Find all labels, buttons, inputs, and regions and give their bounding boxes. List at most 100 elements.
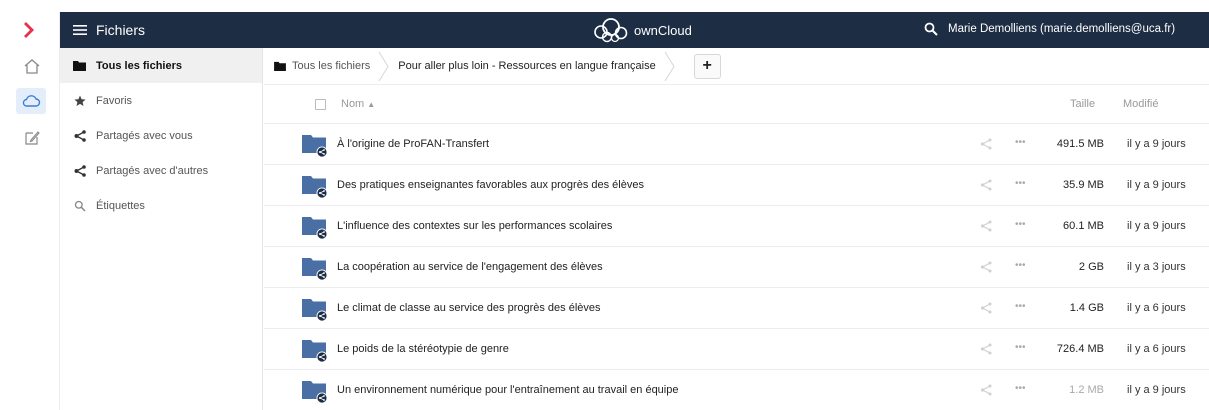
hamburger-icon <box>73 25 87 35</box>
files-navigation: Tous les fichiers Favoris Partagés avec … <box>60 48 263 410</box>
app-rail <box>0 12 60 410</box>
file-modified: il y a 9 jours <box>1127 138 1186 150</box>
breadcrumb-current[interactable]: Pour aller plus loin - Ressources en lan… <box>398 48 655 85</box>
more-actions-button[interactable]: ••• <box>1015 219 1026 230</box>
file-size: 1.4 GB <box>1069 302 1104 314</box>
owncloud-logo-icon <box>594 18 628 43</box>
column-name-label: Nom <box>341 98 365 110</box>
brand-name: ownCloud <box>634 22 692 38</box>
more-actions-button[interactable]: ••• <box>1015 342 1026 353</box>
table-row[interactable]: Des pratiques enseignantes favorables au… <box>264 165 1209 206</box>
share-action-icon[interactable] <box>980 343 992 355</box>
table-row[interactable]: À l'origine de ProFAN-Transfert ••• 491.… <box>264 124 1209 165</box>
share-icon <box>73 164 86 177</box>
top-header: Fichiers ownCloud Marie Demolliens (mari… <box>60 12 1209 48</box>
folder-icon <box>274 61 286 71</box>
table-row[interactable]: Un environnement numérique pour l'entraî… <box>264 370 1209 410</box>
sort-ascending-icon: ▲ <box>367 100 376 109</box>
file-size: 491.5 MB <box>1056 138 1104 150</box>
file-list-header: Nom ▲ Taille Modifié <box>264 85 1209 124</box>
cloud-icon <box>22 95 41 107</box>
file-name[interactable]: La coopération au service de l'engagemen… <box>337 261 603 273</box>
app-menu-logo[interactable] <box>0 12 60 48</box>
file-modified: il y a 3 jours <box>1127 261 1186 273</box>
table-row[interactable]: Le climat de classe au service des progr… <box>264 288 1209 329</box>
file-modified: il y a 9 jours <box>1127 220 1186 232</box>
nav-item-label: Partagés avec vous <box>96 129 193 142</box>
shared-folder-icon <box>302 296 330 322</box>
shared-folder-icon <box>302 173 330 199</box>
column-header-modified[interactable]: Modifié <box>1123 98 1158 110</box>
chevron-right-icon <box>24 22 34 38</box>
table-row[interactable]: La coopération au service de l'engagemen… <box>264 247 1209 288</box>
nav-item-tags[interactable]: Étiquettes <box>60 188 262 223</box>
file-size: 1.2 MB <box>1069 384 1104 396</box>
breadcrumb: Tous les fichiers Pour aller plus loin -… <box>264 48 1209 85</box>
more-actions-button[interactable]: ••• <box>1015 383 1026 394</box>
file-size: 726.4 MB <box>1056 343 1104 355</box>
search-icon <box>924 22 938 36</box>
nav-item-favorites[interactable]: Favoris <box>60 83 262 118</box>
file-name[interactable]: L'influence des contextes sur les perfor… <box>337 220 612 232</box>
shared-folder-icon <box>302 132 330 158</box>
select-all-checkbox[interactable] <box>315 99 326 110</box>
new-file-button[interactable]: + <box>693 53 721 79</box>
search-button[interactable] <box>924 22 940 38</box>
share-action-icon[interactable] <box>980 138 992 150</box>
share-action-icon[interactable] <box>980 220 992 232</box>
file-list: Nom ▲ Taille Modifié À l'origine de ProF… <box>264 85 1209 410</box>
file-name[interactable]: Un environnement numérique pour l'entraî… <box>337 384 678 396</box>
file-modified: il y a 6 jours <box>1127 302 1186 314</box>
nav-item-label: Favoris <box>96 94 133 107</box>
column-header-name[interactable]: Nom ▲ <box>341 98 375 110</box>
nav-item-label: Étiquettes <box>96 199 145 212</box>
breadcrumb-current-label: Pour aller plus loin - Ressources en lan… <box>398 60 656 72</box>
nav-item-shared-with-you[interactable]: Partagés avec vous <box>60 118 262 153</box>
table-row[interactable]: Le poids de la stéréotypie de genre ••• … <box>264 329 1209 370</box>
shared-folder-icon <box>302 214 330 240</box>
share-action-icon[interactable] <box>980 179 992 191</box>
folder-icon <box>73 59 86 72</box>
file-name[interactable]: À l'origine de ProFAN-Transfert <box>337 138 489 150</box>
edit-icon <box>25 131 40 145</box>
nav-item-all-files[interactable]: Tous les fichiers <box>60 48 262 83</box>
tag-icon <box>73 199 86 212</box>
breadcrumb-separator-icon <box>378 51 389 81</box>
star-icon <box>73 94 86 107</box>
user-menu[interactable]: Marie Demolliens (marie.demolliens@uca.f… <box>948 23 1175 35</box>
menu-toggle-button[interactable] <box>70 20 90 40</box>
more-actions-button[interactable]: ••• <box>1015 137 1026 148</box>
shared-folder-icon <box>302 378 330 404</box>
more-actions-button[interactable]: ••• <box>1015 301 1026 312</box>
file-size: 2 GB <box>1078 261 1104 273</box>
more-actions-button[interactable]: ••• <box>1015 260 1026 271</box>
rail-files[interactable] <box>16 88 46 114</box>
nav-item-shared-with-others[interactable]: Partagés avec d'autres <box>60 153 262 188</box>
nav-item-label: Tous les fichiers <box>96 59 182 72</box>
share-action-icon[interactable] <box>980 384 992 396</box>
app-title[interactable]: Fichiers <box>96 22 145 38</box>
breadcrumb-separator-icon <box>664 51 675 81</box>
file-name[interactable]: Le climat de classe au service des progr… <box>337 302 601 314</box>
home-icon <box>24 59 40 74</box>
more-actions-button[interactable]: ••• <box>1015 178 1026 189</box>
file-size: 60.1 MB <box>1063 220 1104 232</box>
file-name[interactable]: Des pratiques enseignantes favorables au… <box>337 179 644 191</box>
file-name[interactable]: Le poids de la stéréotypie de genre <box>337 343 509 355</box>
nav-item-label: Partagés avec d'autres <box>96 164 209 177</box>
file-size: 35.9 MB <box>1063 179 1104 191</box>
rail-notes[interactable] <box>22 128 42 148</box>
file-modified: il y a 6 jours <box>1127 343 1186 355</box>
table-row[interactable]: L'influence des contextes sur les perfor… <box>264 206 1209 247</box>
rail-home[interactable] <box>22 56 42 76</box>
breadcrumb-home[interactable]: Tous les fichiers <box>264 48 370 85</box>
share-action-icon[interactable] <box>980 261 992 273</box>
brand-logo[interactable]: ownCloud <box>592 17 692 43</box>
share-action-icon[interactable] <box>980 302 992 314</box>
shared-folder-icon <box>302 337 330 363</box>
breadcrumb-home-label: Tous les fichiers <box>292 60 371 72</box>
share-icon <box>73 129 86 142</box>
shared-folder-icon <box>302 255 330 281</box>
file-modified: il y a 9 jours <box>1127 179 1186 191</box>
column-header-size[interactable]: Taille <box>1070 98 1095 110</box>
